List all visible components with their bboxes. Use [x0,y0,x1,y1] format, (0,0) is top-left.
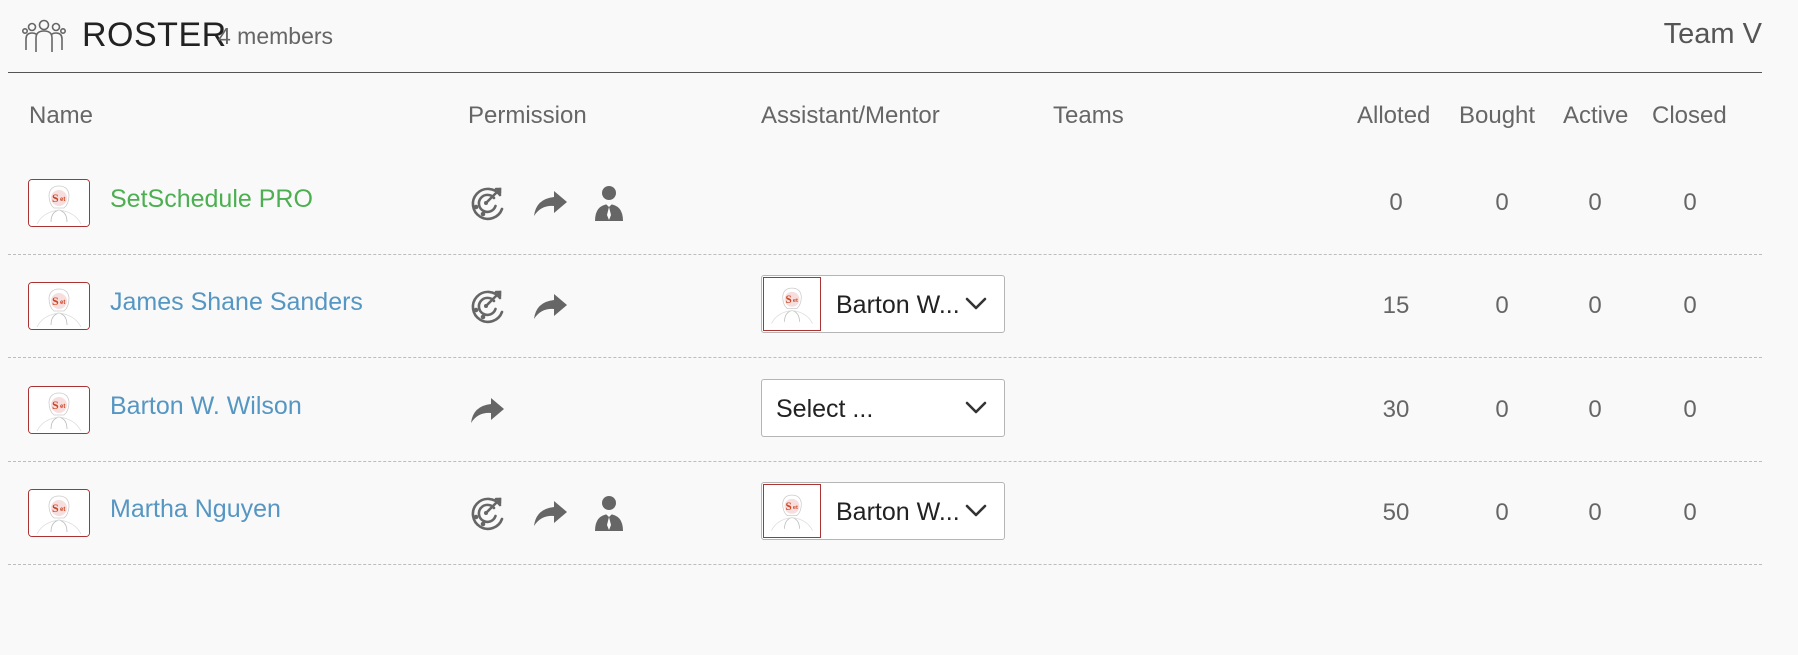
svg-text:S: S [785,294,791,306]
svg-text:S: S [52,501,59,515]
svg-text:S: S [52,398,59,412]
avatar: S et [28,282,90,330]
alloted-value: 50 [1382,499,1410,526]
share-icon[interactable] [467,390,507,430]
column-header-active[interactable]: Active [1563,102,1628,130]
alloted-value: 15 [1382,292,1410,319]
manager-icon[interactable] [589,493,629,533]
svg-text:S: S [785,501,791,513]
svg-text:et: et [60,404,65,410]
target-icon[interactable] [467,183,507,223]
manager-icon[interactable] [589,183,629,223]
avatar: S et [28,489,90,537]
member-name-link[interactable]: SetSchedule PRO [110,185,313,214]
column-header-teams[interactable]: Teams [1053,102,1124,130]
closed-value: 0 [1683,189,1697,216]
column-header-name[interactable]: Name [29,102,93,130]
chevron-down-icon [964,502,988,520]
share-icon[interactable] [530,286,570,326]
table-row: S et Martha Nguyen S et Barton W... 50 0 0 0 [8,461,1762,565]
roster-header: ROSTER 4 members Team V [8,0,1762,73]
group-icon [22,19,66,52]
column-header-permission[interactable]: Permission [468,102,587,130]
mentor-select-value: Barton W... [836,291,960,319]
active-value: 0 [1588,396,1602,423]
avatar: S et [28,386,90,434]
roster-page: ROSTER 4 members Team V Name Permission … [0,0,1798,655]
team-name: Team V [1663,18,1762,50]
mentor-avatar: S et [763,277,821,331]
mentor-select[interactable]: Select ... [761,379,1005,437]
svg-text:S: S [52,191,59,205]
table-row: S et Barton W. Wilson Select ... 30 0 0 0 [8,358,1762,462]
svg-text:et: et [60,197,65,203]
mentor-avatar: S et [763,484,821,538]
column-header-closed[interactable]: Closed [1652,102,1727,130]
share-icon[interactable] [530,493,570,533]
target-icon[interactable] [467,286,507,326]
column-header-mentor[interactable]: Assistant/Mentor [761,102,940,130]
alloted-value: 30 [1382,396,1410,423]
closed-value: 0 [1683,396,1697,423]
member-count: 4 members [218,23,334,49]
svg-text:et: et [793,298,798,304]
member-name-link[interactable]: James Shane Sanders [110,288,363,317]
active-value: 0 [1588,189,1602,216]
mentor-select-value: Barton W... [836,498,960,526]
bought-value: 0 [1495,396,1509,423]
svg-text:et: et [60,300,65,306]
mentor-select-placeholder: Select ... [776,395,874,423]
member-name-link[interactable]: Barton W. Wilson [110,392,302,421]
column-header-bought[interactable]: Bought [1459,102,1535,130]
table-row: S et James Shane Sanders S et Barton W..… [8,254,1762,358]
page-title: ROSTER [82,16,227,54]
target-icon[interactable] [467,493,507,533]
chevron-down-icon [964,399,988,417]
svg-text:et: et [793,505,798,511]
table-row: S et SetSchedule PRO 0 0 0 0 [8,151,1762,255]
active-value: 0 [1588,499,1602,526]
mentor-select[interactable]: S et Barton W... [761,482,1005,540]
chevron-down-icon [964,295,988,313]
closed-value: 0 [1683,292,1697,319]
column-header-alloted[interactable]: Alloted [1357,102,1430,130]
bought-value: 0 [1495,499,1509,526]
bought-value: 0 [1495,189,1509,216]
mentor-select[interactable]: S et Barton W... [761,275,1005,333]
avatar: S et [28,179,90,227]
svg-text:et: et [60,507,65,513]
share-icon[interactable] [530,183,570,223]
member-name-link[interactable]: Martha Nguyen [110,495,281,524]
bought-value: 0 [1495,292,1509,319]
closed-value: 0 [1683,499,1697,526]
alloted-value: 0 [1389,189,1403,216]
active-value: 0 [1588,292,1602,319]
svg-text:S: S [52,294,59,308]
